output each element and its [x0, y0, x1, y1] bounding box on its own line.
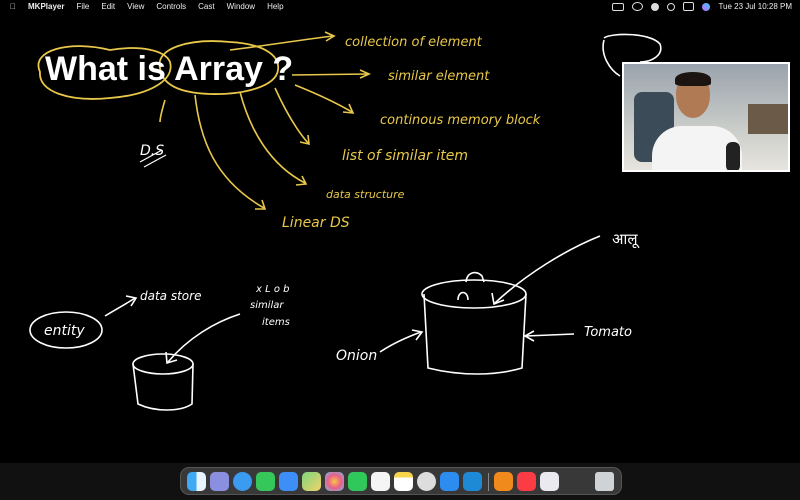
messages-icon[interactable]	[256, 472, 275, 491]
control-center-icon[interactable]	[683, 2, 695, 11]
maps-icon[interactable]	[302, 472, 321, 491]
app-store-icon[interactable]	[440, 472, 459, 491]
whiteboard-canvas[interactable]: What is Array ? collection of element si…	[0, 13, 800, 463]
music-icon[interactable]	[517, 472, 536, 491]
onion-label: Onion	[336, 348, 377, 364]
reminders-icon[interactable]	[371, 472, 390, 491]
items-note-line2: similar	[250, 300, 284, 311]
menu-file[interactable]: File	[70, 0, 95, 13]
items-note-line1: x L o b	[255, 284, 290, 295]
menu-bar:  MKPlayer File Edit View Controls Cast …	[0, 0, 800, 13]
menu-help[interactable]: Help	[261, 0, 289, 13]
launchpad-icon[interactable]	[210, 472, 229, 491]
menu-cast[interactable]: Cast	[192, 0, 220, 13]
items-note-line3: items	[262, 317, 290, 328]
status-icon-2[interactable]	[632, 2, 644, 11]
definition-collection: collection of element	[345, 35, 483, 50]
presenter-hair	[675, 72, 711, 86]
mail-icon[interactable]	[279, 472, 298, 491]
menu-window[interactable]: Window	[221, 0, 261, 13]
finder-icon[interactable]	[187, 472, 206, 491]
vscode-icon[interactable]	[463, 472, 482, 491]
entity-label: entity	[44, 323, 85, 339]
dock	[180, 467, 622, 495]
tomato-label: Tomato	[584, 325, 632, 340]
safari-icon[interactable]	[233, 472, 252, 491]
webcam-overlay[interactable]	[622, 62, 790, 172]
chrome-icon[interactable]	[417, 472, 436, 491]
entity-diagram	[29, 295, 241, 411]
definition-list-similar-item: list of similar item	[342, 148, 468, 164]
definition-continuous-memory: continous memory block	[380, 113, 541, 128]
menu-edit[interactable]: Edit	[95, 0, 121, 13]
photos-icon[interactable]	[325, 472, 344, 491]
siri-icon[interactable]	[702, 2, 711, 11]
apple-menu-icon[interactable]: 	[0, 0, 22, 13]
menu-view[interactable]: View	[121, 0, 150, 13]
trash-icon[interactable]	[595, 472, 614, 491]
aloo-label: आलू	[612, 230, 640, 249]
data-store-label: data store	[140, 289, 201, 303]
menu-controls[interactable]: Controls	[150, 0, 192, 13]
status-icon-3[interactable]	[651, 2, 660, 11]
vlc-icon[interactable]	[494, 472, 513, 491]
app-menu[interactable]: MKPlayer	[22, 0, 70, 13]
clock[interactable]: Tue 23 Jul 10:28 PM	[718, 2, 792, 11]
shelf	[748, 104, 788, 134]
search-icon[interactable]	[667, 2, 676, 11]
preview-icon[interactable]	[540, 472, 559, 491]
definition-linear-ds: Linear DS	[282, 215, 350, 231]
pot-diagram	[379, 33, 662, 375]
page-title: What is Array ?	[45, 50, 293, 88]
status-icon-1[interactable]	[612, 2, 625, 11]
microphone	[726, 142, 740, 170]
facetime-icon[interactable]	[348, 472, 367, 491]
definition-data-structure: data structure	[326, 188, 405, 201]
dock-divider	[488, 473, 489, 491]
notes-icon[interactable]	[394, 472, 413, 491]
definition-similar-element: similar element	[388, 69, 490, 84]
